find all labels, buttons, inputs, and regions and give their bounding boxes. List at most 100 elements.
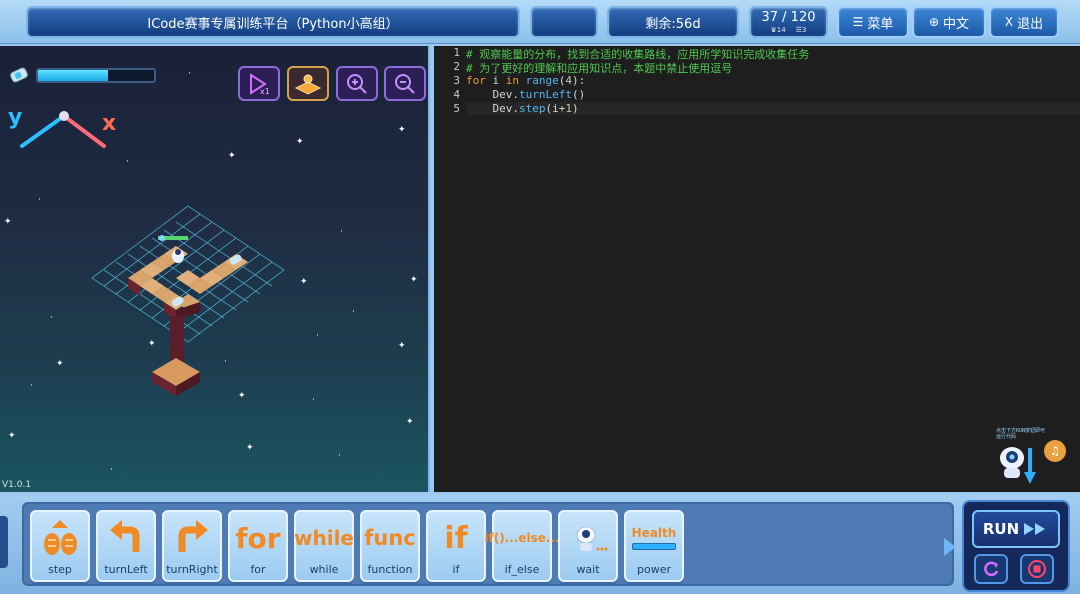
tiles (128, 246, 248, 396)
stop-button[interactable] (1020, 554, 1054, 584)
star: · (110, 465, 113, 475)
block-label: wait (576, 563, 600, 576)
code-line-4[interactable]: Dev.turnLeft() (466, 88, 585, 101)
zoom-in-button[interactable] (336, 66, 378, 101)
reset-button[interactable] (974, 554, 1008, 584)
game-board (91, 205, 285, 396)
for-glyph: for (235, 521, 281, 555)
code-line-5[interactable]: Dev.step(i+1) (466, 102, 1080, 115)
run-panel: RUN (962, 500, 1070, 592)
robot-mascot-icon (1000, 447, 1036, 484)
map-icon (294, 74, 322, 95)
block-if[interactable]: if if (426, 510, 486, 582)
level-counter: 37 / 120 ♛14 ☰3 (749, 6, 828, 38)
star: ✦ (398, 341, 406, 351)
block-if-else[interactable]: if()...else... if_else (484, 510, 560, 582)
func-glyph: func (364, 526, 416, 550)
line-number: 5 (453, 102, 460, 115)
energy-icon (10, 67, 28, 83)
line-number: 4 (453, 88, 460, 101)
code-line-3[interactable]: for i in range(4): (466, 74, 585, 87)
level-progress: 37 / 120 (761, 9, 816, 25)
refresh-icon (984, 561, 999, 577)
exit-button[interactable]: X 退出 (989, 6, 1059, 38)
map-button[interactable] (287, 66, 329, 101)
block-turnright[interactable]: turnRight (162, 510, 222, 582)
block-label: power (637, 563, 671, 576)
svg-text:x1: x1 (260, 87, 270, 96)
run-label: RUN (982, 520, 1020, 538)
block-label: while (309, 563, 339, 576)
star: · (38, 195, 41, 205)
star: · (352, 307, 355, 317)
line-number: 3 (453, 74, 460, 87)
star: ✦ (4, 217, 12, 227)
fast-forward-icon (1024, 523, 1046, 535)
language-label: 中文 (943, 16, 970, 32)
star: ✦ (228, 151, 236, 161)
energy-bar (36, 68, 156, 83)
star: · (312, 395, 315, 405)
star: · (126, 157, 129, 167)
version-label: V1.0.1 (2, 480, 32, 490)
block-step[interactable]: step (30, 510, 90, 582)
code-editor[interactable]: 1 2 3 4 5 # 观察能量的分布，找到合适的收集路线，应用所学知识完成收集… (434, 46, 1080, 492)
block-label: for (250, 563, 266, 576)
block-wait[interactable]: wait (558, 510, 618, 582)
close-icon: X (1004, 15, 1014, 29)
block-label: if (452, 563, 460, 576)
run-button[interactable]: RUN (972, 510, 1060, 548)
turn-right-icon (164, 516, 220, 560)
star: ✦ (296, 137, 304, 147)
star: ✦ (410, 275, 418, 285)
star: ✦ (246, 443, 254, 453)
block-power[interactable]: Health power (624, 510, 684, 582)
zoom-out-icon (395, 73, 415, 94)
block-tray: step turnLeft turnRight for for while wh… (22, 502, 954, 586)
axis-x-label: x (102, 111, 116, 136)
app-title-text: ICode赛事专属训练平台（Python小高组） (147, 16, 399, 32)
star: · (188, 69, 191, 79)
block-function[interactable]: func function (360, 510, 420, 582)
block-label: if_else (504, 563, 540, 576)
speed-button[interactable]: x1 (238, 66, 280, 101)
zoom-in-icon (347, 73, 367, 94)
axis-indicator: y x (8, 105, 116, 148)
language-button[interactable]: ⊕ 中文 (912, 6, 986, 38)
block-label: step (48, 563, 72, 576)
block-turnleft[interactable]: turnLeft (96, 510, 156, 582)
stop-icon (1028, 560, 1046, 578)
stat-one: ♛14 (770, 25, 786, 34)
star: ✦ (56, 359, 64, 369)
star: ✦ (406, 417, 414, 427)
remaining-days: 剩余:56d (607, 6, 739, 38)
line-number: 1 (453, 46, 460, 59)
line-gutter: 1 2 3 4 5 (434, 46, 466, 492)
menu-label: 菜单 (867, 16, 894, 32)
block-label: turnLeft (104, 563, 148, 576)
zoom-out-button[interactable] (384, 66, 426, 101)
exit-label: 退出 (1017, 16, 1044, 32)
scroll-right-icon[interactable] (944, 538, 956, 556)
while-glyph: while (294, 526, 354, 550)
star: ✦ (8, 431, 16, 441)
block-while[interactable]: while while (294, 510, 354, 582)
step-icon (32, 516, 88, 560)
remaining-text: 剩余:56d (645, 16, 701, 32)
star: · (340, 227, 343, 237)
game-view[interactable]: ✦ · ✦ ✦ ✦ · · ✦ · ✦ ✦ · ✦ · ✦ ✦ · · · ✦ … (0, 46, 430, 492)
run-hint-text: 点击下方RUN按钮即可运行代码 (996, 428, 1046, 440)
top-bar: ICode赛事专属训练平台（Python小高组） 剩余:56d 37 / 120… (0, 0, 1080, 44)
run-hint: 点击下方RUN按钮即可运行代码 ♫ (996, 428, 1066, 486)
bell-icon[interactable]: ♫ (1044, 440, 1066, 462)
block-for[interactable]: for for (228, 510, 288, 582)
turn-left-icon (98, 516, 154, 560)
palette-handle[interactable] (0, 516, 8, 568)
menu-button[interactable]: ☰ 菜单 (837, 6, 909, 38)
menu-icon: ☰ (852, 15, 864, 29)
line-number: 2 (453, 60, 460, 73)
star: ✦ (398, 125, 406, 135)
robot-icon (560, 516, 616, 560)
app-title: ICode赛事专属训练平台（Python小高组） (26, 6, 520, 38)
block-label: function (367, 563, 413, 576)
